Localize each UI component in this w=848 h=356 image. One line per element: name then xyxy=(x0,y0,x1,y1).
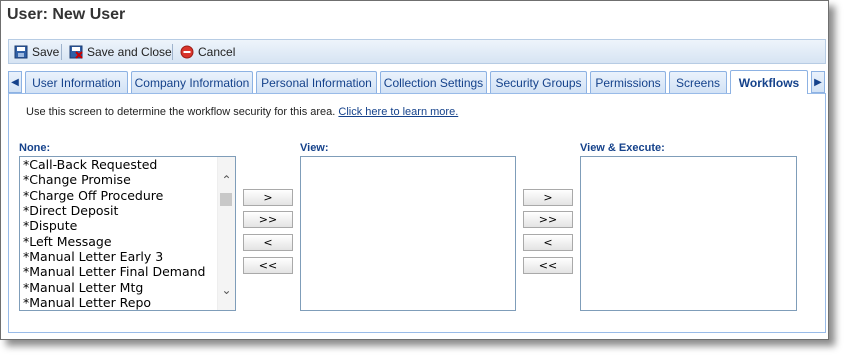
tab-permissions[interactable]: Permissions xyxy=(590,71,666,93)
list-item[interactable]: *Manual Letter Early 3 xyxy=(23,249,163,264)
none-listbox[interactable]: *Call-Back Requested *Change Promise *Ch… xyxy=(19,156,236,311)
scroll-thumb[interactable] xyxy=(220,193,232,206)
tab-personal-information[interactable]: Personal Information xyxy=(256,71,377,93)
tab-scroll-left-icon[interactable]: ◀ xyxy=(8,71,22,93)
cancel-icon xyxy=(180,45,194,59)
toolbar-separator xyxy=(172,44,173,60)
list-item[interactable]: *Call-Back Requested xyxy=(23,157,157,172)
list-item[interactable]: *Dispute xyxy=(23,218,77,233)
list-item[interactable]: *Manual Letter Repo xyxy=(23,295,151,310)
cancel-button[interactable]: Cancel xyxy=(180,43,235,60)
list-item[interactable]: *Charge Off Procedure xyxy=(23,188,163,203)
learn-more-link[interactable]: Click here to learn more. xyxy=(338,106,458,118)
tab-collection-settings[interactable]: Collection Settings xyxy=(380,71,487,93)
remove-from-view-execute-button[interactable]: < xyxy=(523,234,573,251)
view-list-label: View: xyxy=(300,142,329,154)
list-item[interactable]: *Change Promise xyxy=(23,172,131,187)
add-to-view-button[interactable]: > xyxy=(243,189,293,206)
remove-from-view-button[interactable]: < xyxy=(243,234,293,251)
save-button[interactable]: Save xyxy=(14,43,59,60)
tab-scroll-right-icon[interactable]: ▶ xyxy=(811,71,825,93)
save-and-close-button[interactable]: Save and Close xyxy=(69,43,172,60)
cancel-label: Cancel xyxy=(198,44,236,59)
none-list-scrollbar[interactable]: ⌃ ⌄ xyxy=(217,157,235,310)
remove-all-from-view-execute-button[interactable]: << xyxy=(523,257,573,274)
add-all-to-view-execute-button[interactable]: >> xyxy=(523,211,573,228)
scroll-up-icon[interactable]: ⌃ xyxy=(218,171,235,188)
list-item[interactable]: *Manual Letter Final Demand xyxy=(23,264,205,279)
instructions-text: Use this screen to determine the workflo… xyxy=(26,106,336,118)
instructions: Use this screen to determine the workflo… xyxy=(26,106,458,118)
list-item[interactable]: *Left Message xyxy=(23,234,112,249)
view-listbox[interactable] xyxy=(300,156,516,311)
window-title: User: New User xyxy=(7,6,126,23)
save-label: Save xyxy=(32,44,60,59)
remove-all-from-view-button[interactable]: << xyxy=(243,257,293,274)
save-icon xyxy=(14,45,28,59)
save-and-close-label: Save and Close xyxy=(87,44,172,59)
tab-security-groups[interactable]: Security Groups xyxy=(490,71,587,93)
none-list-label: None: xyxy=(19,142,51,154)
list-item[interactable]: *Direct Deposit xyxy=(23,203,118,218)
add-all-to-view-button[interactable]: >> xyxy=(243,211,293,228)
list-item[interactable]: *Manual Letter Mtg xyxy=(23,280,143,295)
view-execute-listbox[interactable] xyxy=(580,156,797,311)
add-to-view-execute-button[interactable]: > xyxy=(523,189,573,206)
tab-screens[interactable]: Screens xyxy=(669,71,727,93)
tab-bar: ◀ User Information Company Information P… xyxy=(8,70,826,94)
scroll-down-icon[interactable]: ⌄ xyxy=(218,281,235,298)
save-close-icon xyxy=(69,45,83,59)
tab-company-information[interactable]: Company Information xyxy=(131,71,253,93)
tab-user-information[interactable]: User Information xyxy=(25,71,128,93)
toolbar: Save Save and Close Cancel xyxy=(8,39,826,64)
view-execute-list-label: View & Execute: xyxy=(580,142,665,154)
toolbar-separator xyxy=(61,44,62,60)
tab-workflows[interactable]: Workflows xyxy=(730,70,808,94)
